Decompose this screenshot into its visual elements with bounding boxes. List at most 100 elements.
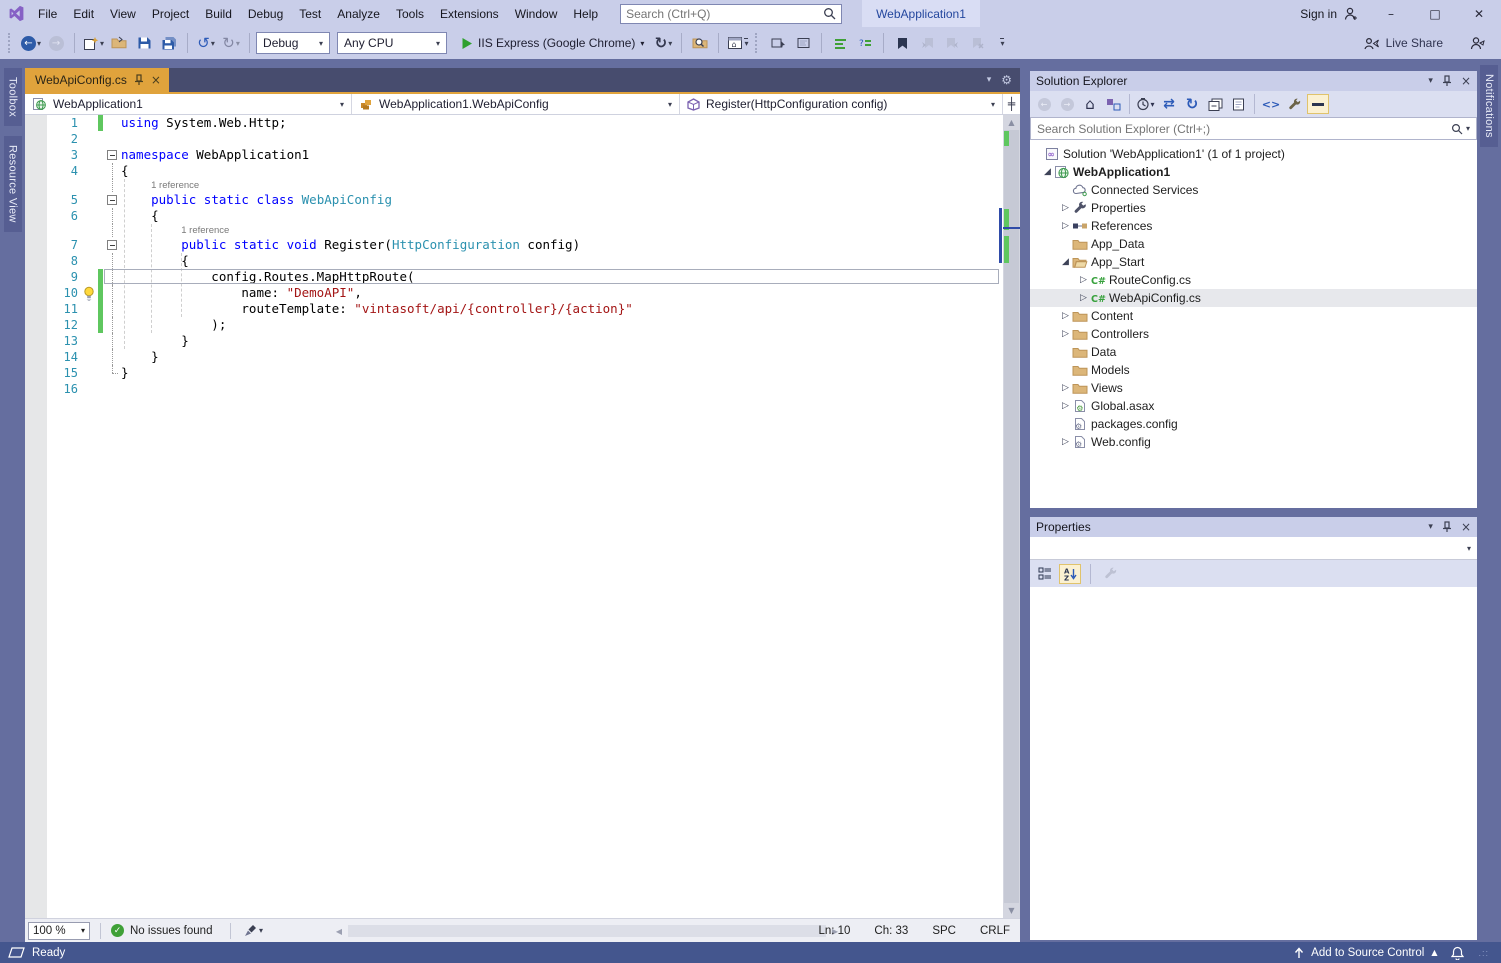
code-line-11[interactable]: 11 routeTemplate: "vintasoft/api/{contro… — [25, 301, 1020, 317]
type-dropdown[interactable]: WebApplication1.WebApiConfig ▾ — [352, 94, 680, 114]
pin-icon[interactable] — [134, 74, 144, 86]
save-all-button[interactable] — [157, 31, 181, 55]
line-number[interactable]: 8 — [47, 253, 81, 269]
tree-item-properties[interactable]: ▷ Properties — [1030, 199, 1477, 217]
line-number[interactable]: 7 — [47, 237, 81, 253]
line-number[interactable]: 6 — [47, 208, 81, 224]
previous-bookmark-button[interactable] — [915, 31, 939, 55]
pin-icon[interactable] — [1442, 521, 1452, 533]
solution-platform-dropdown[interactable]: Any CPU ▾ — [337, 32, 448, 54]
undo-button[interactable]: ↺ ▾ — [194, 31, 218, 55]
line-number[interactable]: 10 — [47, 285, 81, 301]
line-ending-indicator[interactable]: CRLF — [980, 925, 1010, 937]
code-line-13[interactable]: 13 } — [25, 333, 1020, 349]
hot-reload-button[interactable]: ↻ ▾ — [651, 31, 675, 55]
preview-selected-items-toggle[interactable] — [1307, 94, 1329, 114]
tree-item-content[interactable]: ▷ Content — [1030, 307, 1477, 325]
properties-title-bar[interactable]: Properties ▾ × — [1030, 517, 1477, 537]
search-options-icon[interactable]: ▾ — [1466, 124, 1470, 133]
scroll-down-icon[interactable]: ▼ — [1003, 903, 1020, 918]
expander-icon[interactable]: ◢ — [1059, 257, 1072, 267]
line-number[interactable]: 5 — [47, 192, 81, 208]
expander-icon[interactable]: ▷ — [1077, 293, 1090, 303]
member-dropdown[interactable]: Register(HttpConfiguration config) ▾ — [680, 94, 1003, 114]
menu-project[interactable]: Project — [144, 0, 197, 27]
menu-view[interactable]: View — [102, 0, 144, 27]
pin-icon[interactable] — [1442, 75, 1452, 87]
dock-tab-resource-view[interactable]: Resource View — [3, 136, 22, 232]
solution-configuration-dropdown[interactable]: Debug ▾ — [256, 32, 331, 54]
show-all-files-icon[interactable] — [1228, 94, 1248, 114]
back-icon[interactable]: ← — [1034, 94, 1054, 114]
menu-debug[interactable]: Debug — [240, 0, 291, 27]
menu-analyze[interactable]: Analyze — [329, 0, 388, 27]
display-member-list-button[interactable] — [766, 31, 790, 55]
properties-object-dropdown[interactable]: ▾ — [1030, 537, 1477, 560]
resize-grip[interactable]: .:: — [1478, 948, 1489, 958]
tree-item-webapplication1[interactable]: ◢ WebApplication1 — [1030, 163, 1477, 181]
code-line-5[interactable]: 5 public static class WebApiConfig — [25, 192, 1020, 208]
document-health-indicator[interactable]: ✓ No issues found — [111, 924, 212, 937]
navigate-backward-button[interactable]: ← ▾ — [19, 31, 43, 55]
expander-icon[interactable]: ▷ — [1059, 329, 1072, 339]
horizontal-scrollbar-thumb[interactable] — [348, 925, 826, 937]
home-icon[interactable]: ⌂ — [1080, 94, 1100, 114]
expander-icon[interactable]: ▷ — [1077, 275, 1090, 285]
dock-tab-toolbox[interactable]: Toolbox — [3, 68, 22, 127]
collapse-region-icon[interactable] — [107, 240, 117, 250]
scroll-left-icon[interactable]: ◀ — [332, 923, 346, 939]
close-panel-icon[interactable]: × — [1461, 520, 1471, 534]
next-bookmark-button[interactable] — [940, 31, 964, 55]
tree-item-connected-services[interactable]: Connected Services — [1030, 181, 1477, 199]
tree-item-solution-webapplication1-1-of-1-project[interactable]: ∞ Solution 'WebApplication1' (1 of 1 proj… — [1030, 145, 1477, 163]
horizontal-scrollbar[interactable]: ◀ ▶ — [332, 923, 842, 939]
expander-icon[interactable]: ▷ — [1059, 437, 1072, 447]
properties-icon[interactable] — [1284, 94, 1304, 114]
background-tasks-button[interactable]: Ready — [8, 947, 65, 959]
web-browser-button[interactable]: ⌂ ▾ — [725, 31, 750, 55]
line-indicator[interactable]: Ln: 10 — [818, 925, 850, 937]
minimize-button[interactable]: – — [1369, 0, 1413, 27]
expander-icon[interactable]: ▷ — [1059, 311, 1072, 321]
code-line-15[interactable]: 15} — [25, 365, 1020, 381]
comment-out-button[interactable] — [828, 31, 852, 55]
add-to-source-control-button[interactable]: Add to Source Control ▲ — [1294, 947, 1437, 959]
expander-icon[interactable]: ▷ — [1059, 203, 1072, 213]
solution-search-input[interactable] — [1037, 121, 1451, 136]
search-input[interactable] — [626, 6, 824, 21]
display-parameter-info-button[interactable] — [791, 31, 815, 55]
tree-item-app-data[interactable]: App_Data — [1030, 235, 1477, 253]
document-list-dropdown-icon[interactable]: ▾ — [987, 75, 992, 85]
uncomment-button[interactable]: ? — [853, 31, 877, 55]
sync-with-active-document-icon[interactable]: ⇄ — [1159, 94, 1179, 114]
code-editor[interactable]: 1 using System.Web.Http; 2 3 namespace WebAp… — [25, 115, 1020, 918]
lightbulb-quick-actions-icon[interactable] — [82, 286, 96, 301]
code-line-4[interactable]: 4{ — [25, 163, 1020, 179]
line-number[interactable]: 14 — [47, 349, 81, 365]
tree-item-packages-config[interactable]: ⚙ packages.config — [1030, 415, 1477, 433]
menu-test[interactable]: Test — [291, 0, 329, 27]
notifications-bell-icon[interactable] — [1451, 946, 1465, 960]
tree-item-views[interactable]: ▷ Views — [1030, 379, 1477, 397]
toolbar-overflow-button[interactable]: ▾ — [990, 31, 1014, 55]
live-share-button[interactable]: Live Share — [1361, 31, 1445, 55]
expander-icon[interactable]: ▷ — [1059, 401, 1072, 411]
line-number[interactable]: 4 — [47, 163, 81, 179]
expander-icon[interactable]: ◢ — [1041, 167, 1054, 177]
line-number[interactable]: 11 — [47, 301, 81, 317]
close-tab-icon[interactable]: × — [151, 73, 161, 87]
save-button[interactable] — [132, 31, 156, 55]
alphabetical-sort-icon[interactable]: AZ — [1059, 563, 1081, 584]
split-editor-handle[interactable]: ╪ — [1003, 94, 1020, 114]
solution-explorer-search-box[interactable]: ▾ — [1030, 117, 1477, 140]
send-feedback-button[interactable] — [1465, 31, 1489, 55]
editor-options-gear-icon[interactable]: ⚙ — [1001, 73, 1012, 87]
line-number[interactable]: 9 — [47, 269, 81, 285]
line-number[interactable]: 13 — [47, 333, 81, 349]
properties-grid[interactable] — [1030, 587, 1477, 940]
menu-file[interactable]: File — [30, 0, 65, 27]
vertical-scrollbar[interactable]: ▲ ▼ — [1003, 115, 1020, 918]
menu-window[interactable]: Window — [507, 0, 566, 27]
expander-icon[interactable]: ▷ — [1059, 383, 1072, 393]
window-menu-icon[interactable]: ▾ — [1428, 522, 1433, 532]
